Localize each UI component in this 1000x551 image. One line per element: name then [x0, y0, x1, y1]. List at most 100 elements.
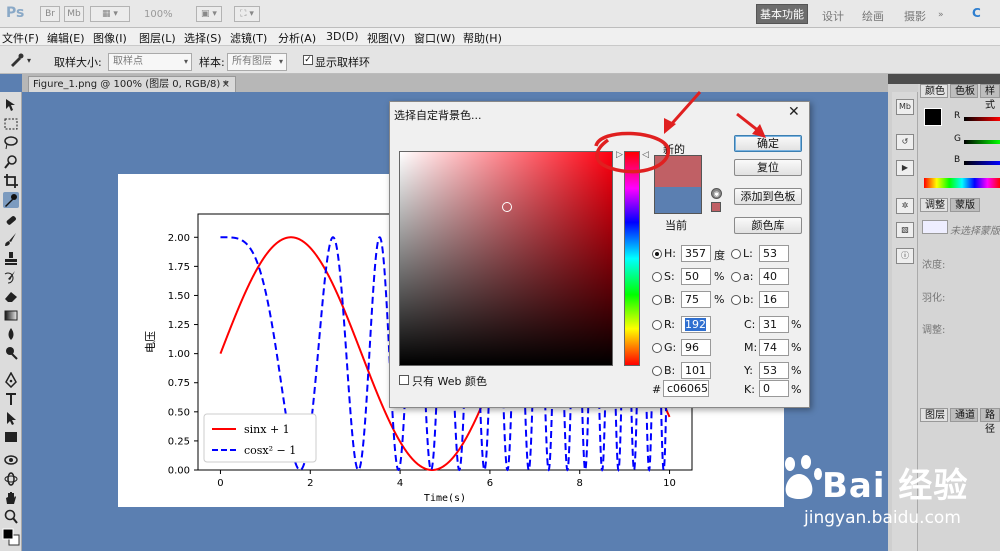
healing-brush-tool-icon[interactable]	[3, 212, 19, 228]
hex-field[interactable]: c06065	[663, 380, 709, 397]
eraser-tool-icon[interactable]	[3, 288, 19, 304]
color-field[interactable]	[399, 151, 613, 366]
lab-a-field[interactable]: 40	[759, 268, 789, 285]
lab-b-radio[interactable]	[731, 295, 741, 305]
clone-source-panel-icon[interactable]: ▧	[896, 222, 914, 238]
menu-layer[interactable]: 图层(L)	[139, 30, 176, 46]
workspace-more-icon[interactable]: »	[938, 10, 944, 20]
hue-field[interactable]: 357	[681, 245, 711, 262]
quick-selection-tool-icon[interactable]	[3, 154, 19, 170]
document-tab[interactable]: Figure_1.png @ 100% (图层 0, RGB/8) * ×	[28, 76, 236, 92]
stamp-tool-icon[interactable]	[3, 250, 19, 266]
color-field-cursor[interactable]	[502, 202, 512, 212]
menu-filter[interactable]: 滤镜(T)	[230, 30, 267, 46]
brightness-field[interactable]: 75	[681, 291, 711, 308]
blur-tool-icon[interactable]	[3, 326, 19, 342]
menu-image[interactable]: 图像(I)	[93, 30, 127, 46]
menu-help[interactable]: 帮助(H)	[463, 30, 502, 46]
menu-analysis[interactable]: 分析(A)	[278, 30, 316, 46]
menu-select[interactable]: 选择(S)	[184, 30, 222, 46]
blue-channel-slider[interactable]	[964, 161, 1000, 165]
history-brush-tool-icon[interactable]	[3, 269, 19, 285]
mini-bridge-panel-icon[interactable]: Mb	[896, 99, 914, 115]
mini-bridge-button[interactable]: Mb	[64, 6, 84, 22]
tab-swatches[interactable]: 色板	[950, 84, 978, 98]
red-field[interactable]: 192	[681, 316, 711, 333]
tab-color[interactable]: 颜色	[920, 84, 948, 98]
cs-live-icon[interactable]: C	[972, 6, 981, 20]
menu-3d[interactable]: 3D(D)	[326, 30, 359, 43]
blue-field[interactable]: 101	[681, 362, 711, 379]
menu-view[interactable]: 视图(V)	[367, 30, 405, 46]
tab-masks[interactable]: 蒙版	[950, 198, 980, 212]
saturation-radio[interactable]	[652, 272, 662, 282]
info-panel-icon[interactable]: ⓘ	[896, 248, 914, 264]
tab-paths[interactable]: 路径	[980, 408, 1000, 435]
brush-panel-icon[interactable]: ✲	[896, 198, 914, 214]
actions-panel-icon[interactable]: ▶	[896, 160, 914, 176]
type-tool-icon[interactable]	[3, 391, 19, 407]
sample-layers-select[interactable]: 所有图层 ▾	[227, 53, 287, 71]
shape-tool-icon[interactable]	[3, 429, 19, 445]
hand-tool-icon[interactable]	[3, 490, 19, 506]
reset-button[interactable]: 复位	[734, 159, 802, 176]
menu-file[interactable]: 文件(F)	[2, 30, 39, 46]
current-color-swatch[interactable]	[654, 187, 702, 214]
workspace-basic[interactable]: 基本功能	[756, 4, 808, 24]
lightness-field[interactable]: 53	[759, 245, 789, 262]
workspace-photography[interactable]: 摄影	[904, 8, 926, 24]
close-tab-icon[interactable]: ×	[222, 77, 230, 92]
saturation-field[interactable]: 50	[681, 268, 711, 285]
menu-window[interactable]: 窗口(W)	[414, 30, 455, 46]
green-field[interactable]: 96	[681, 339, 711, 356]
close-icon[interactable]: ✕	[788, 104, 800, 120]
magenta-field[interactable]: 74	[759, 339, 789, 356]
zoom-tool-icon[interactable]	[3, 509, 19, 525]
lab-a-radio[interactable]	[731, 272, 741, 282]
cyan-field[interactable]: 31	[759, 316, 789, 333]
green-radio[interactable]	[652, 343, 662, 353]
3d-orbit-tool-icon[interactable]	[3, 471, 19, 487]
hue-slider-right-arrow-icon[interactable]: ◁	[642, 150, 649, 160]
zoom-level[interactable]: 100%	[144, 9, 173, 20]
lasso-tool-icon[interactable]	[3, 135, 19, 151]
brush-tool-icon[interactable]	[3, 231, 19, 247]
sample-size-select[interactable]: 取样点 ▾	[108, 53, 192, 71]
add-to-swatches-button[interactable]: 添加到色板	[734, 188, 802, 205]
crop-tool-icon[interactable]	[3, 173, 19, 189]
gradient-tool-icon[interactable]	[3, 307, 19, 323]
blue-radio[interactable]	[652, 366, 662, 376]
workspace-design[interactable]: 设计	[822, 8, 844, 24]
spectrum-bar[interactable]	[924, 178, 1000, 188]
lab-b-field[interactable]: 16	[759, 291, 789, 308]
black-field[interactable]: 0	[759, 380, 789, 397]
marquee-tool-icon[interactable]	[3, 116, 19, 132]
foreground-background-color-icon[interactable]	[2, 528, 20, 546]
tab-layers[interactable]: 图层	[920, 408, 948, 422]
path-selection-tool-icon[interactable]	[3, 410, 19, 426]
color-libraries-button[interactable]: 颜色库	[734, 217, 802, 234]
lightness-radio[interactable]	[731, 249, 741, 259]
web-safe-warning-icon[interactable]: ◉	[711, 188, 722, 199]
hue-radio[interactable]	[652, 249, 662, 259]
eyedropper-tool-icon[interactable]	[3, 192, 19, 208]
red-channel-slider[interactable]	[964, 117, 1000, 121]
view-extras-button[interactable]: ▦ ▾	[90, 6, 130, 22]
tab-channels[interactable]: 通道	[950, 408, 978, 422]
brightness-radio[interactable]	[652, 295, 662, 305]
web-safe-color-swatch[interactable]	[711, 202, 721, 212]
red-radio[interactable]	[652, 320, 662, 330]
tab-adjustments[interactable]: 调整	[920, 198, 948, 212]
history-panel-icon[interactable]: ↺	[896, 134, 914, 150]
arrange-documents-button[interactable]: ▣ ▾	[196, 6, 222, 22]
eyedropper-preset-icon[interactable]: ▾	[8, 52, 36, 68]
hue-slider-left-arrow-icon[interactable]: ▷	[616, 150, 623, 160]
menu-edit[interactable]: 编辑(E)	[47, 30, 85, 46]
dodge-tool-icon[interactable]	[3, 345, 19, 361]
show-ring-checkbox[interactable]: ✓	[303, 55, 313, 65]
foreground-color-swatch[interactable]	[924, 108, 942, 126]
workspace-painting[interactable]: 绘画	[862, 8, 884, 24]
pen-tool-icon[interactable]	[3, 372, 19, 388]
yellow-field[interactable]: 53	[759, 362, 789, 379]
mask-thumbnail[interactable]	[922, 220, 948, 234]
